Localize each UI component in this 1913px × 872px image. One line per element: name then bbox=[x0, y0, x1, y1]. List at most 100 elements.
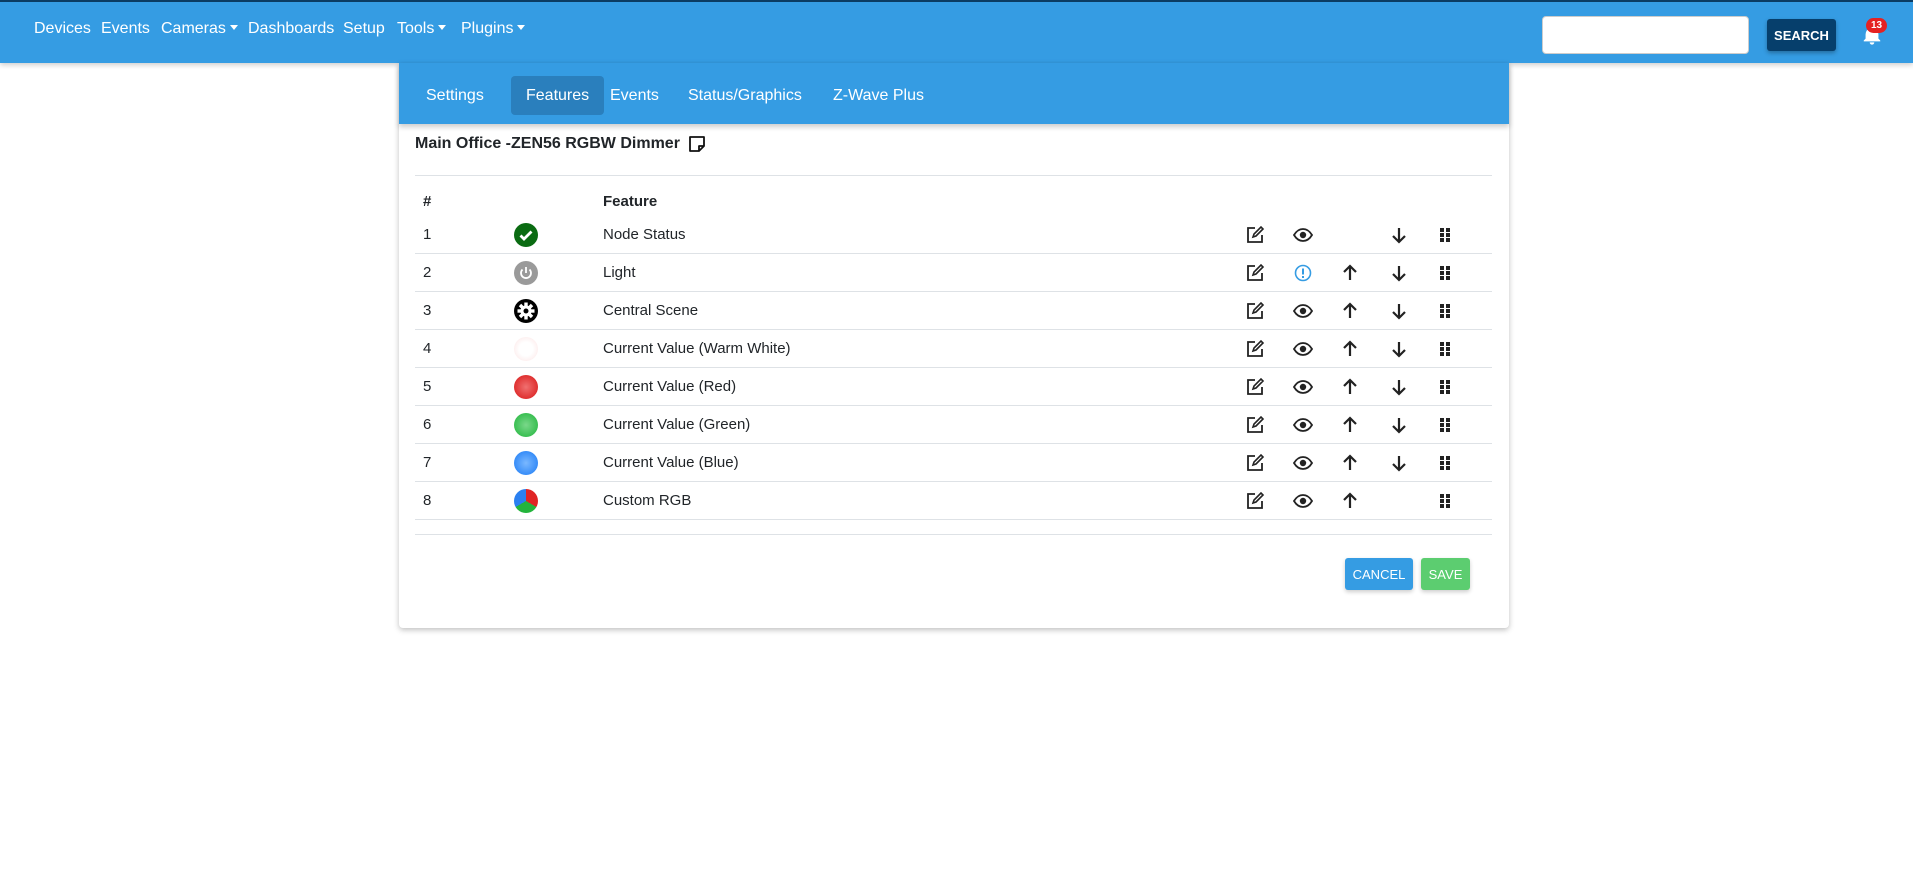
table-row: 1 Node Status bbox=[415, 216, 1492, 254]
eye-icon[interactable] bbox=[1293, 301, 1313, 321]
nav-item-events[interactable]: Events bbox=[101, 20, 150, 38]
tab-z-wave-plus[interactable]: Z-Wave Plus bbox=[818, 76, 939, 115]
eye-icon[interactable] bbox=[1293, 415, 1313, 435]
drag-handle-icon[interactable] bbox=[1435, 415, 1455, 435]
nav-item-setup[interactable]: Setup bbox=[343, 20, 385, 38]
arrow-up-icon[interactable] bbox=[1340, 301, 1360, 321]
row-number: 7 bbox=[423, 454, 432, 471]
green-dot-icon bbox=[514, 413, 538, 437]
table-row: 5 Current Value (Red) bbox=[415, 368, 1492, 406]
nav-label: Cameras bbox=[161, 20, 226, 37]
save-button[interactable]: SAVE bbox=[1421, 558, 1470, 590]
feature-name: Central Scene bbox=[603, 302, 699, 319]
top-navbar: Devices Events Cameras Dashboards Setup Tools… bbox=[0, 0, 1913, 63]
check-circle-icon bbox=[514, 223, 538, 247]
drag-handle-icon[interactable] bbox=[1435, 453, 1455, 473]
edit-icon[interactable] bbox=[1245, 453, 1265, 473]
red-dot-icon bbox=[514, 375, 538, 399]
search-button[interactable]: SEARCH bbox=[1767, 19, 1836, 51]
eye-icon[interactable] bbox=[1293, 453, 1313, 473]
search-input[interactable] bbox=[1542, 16, 1749, 54]
nav-item-devices[interactable]: Devices bbox=[34, 20, 91, 38]
arrow-down-icon[interactable] bbox=[1389, 377, 1409, 397]
table-row: 8 Custom RGB bbox=[415, 482, 1492, 520]
tab-status-graphics[interactable]: Status/Graphics bbox=[673, 76, 817, 115]
row-number: 2 bbox=[423, 264, 432, 281]
arrow-down-icon[interactable] bbox=[1389, 339, 1409, 359]
feature-name: Light bbox=[603, 264, 636, 281]
nav-label: Devices bbox=[34, 20, 91, 37]
arrow-up-icon[interactable] bbox=[1340, 415, 1360, 435]
arrow-up-icon[interactable] bbox=[1340, 491, 1360, 511]
power-icon bbox=[514, 261, 538, 285]
eye-icon[interactable] bbox=[1293, 339, 1313, 359]
tab-bar: Settings Features Events Status/Graphics Z-W… bbox=[399, 63, 1509, 124]
nav-label: Tools bbox=[397, 20, 435, 37]
edit-icon[interactable] bbox=[1245, 377, 1265, 397]
arrow-down-icon[interactable] bbox=[1389, 301, 1409, 321]
edit-icon[interactable] bbox=[1245, 225, 1265, 245]
rgb-dot-icon bbox=[514, 489, 538, 513]
nav-item-cameras[interactable]: Cameras bbox=[161, 20, 238, 38]
nav-label: Dashboards bbox=[248, 20, 335, 37]
nav-item-tools[interactable]: Tools bbox=[397, 20, 447, 38]
arrow-up-icon[interactable] bbox=[1340, 377, 1360, 397]
caret-down-icon bbox=[229, 25, 238, 30]
device-title: Main Office -ZEN56 RGBW Dimmer bbox=[415, 135, 706, 153]
device-card: Settings Features Events Status/Graphics Z-W… bbox=[399, 63, 1509, 628]
nav-item-plugins[interactable]: Plugins bbox=[461, 20, 526, 38]
feature-name: Node Status bbox=[603, 226, 686, 243]
feature-name: Current Value (Warm White) bbox=[603, 340, 791, 357]
feature-name: Current Value (Green) bbox=[603, 416, 751, 433]
edit-icon[interactable] bbox=[1245, 263, 1265, 283]
arrow-up-icon[interactable] bbox=[1340, 339, 1360, 359]
device-title-text: Main Office -ZEN56 RGBW Dimmer bbox=[415, 135, 680, 152]
gear-icon bbox=[514, 299, 538, 323]
note-icon[interactable] bbox=[688, 135, 706, 153]
blue-dot-icon bbox=[514, 451, 538, 475]
arrow-down-icon[interactable] bbox=[1389, 415, 1409, 435]
drag-handle-icon[interactable] bbox=[1435, 339, 1455, 359]
arrow-up-icon[interactable] bbox=[1340, 453, 1360, 473]
feature-name: Custom RGB bbox=[603, 492, 692, 509]
row-number: 5 bbox=[423, 378, 432, 395]
arrow-down-icon[interactable] bbox=[1389, 225, 1409, 245]
cancel-button[interactable]: CANCEL bbox=[1345, 558, 1413, 590]
drag-handle-icon[interactable] bbox=[1435, 491, 1455, 511]
arrow-down-icon[interactable] bbox=[1389, 263, 1409, 283]
divider bbox=[415, 534, 1492, 535]
nav-label: Plugins bbox=[461, 20, 514, 37]
header-feature: Feature bbox=[603, 193, 658, 210]
notification-badge: 13 bbox=[1866, 18, 1888, 33]
nav-item-dashboards[interactable]: Dashboards bbox=[248, 20, 334, 38]
eye-icon[interactable] bbox=[1293, 225, 1313, 245]
alert-circle-icon[interactable] bbox=[1293, 263, 1313, 283]
warm-white-dot-icon bbox=[514, 337, 538, 361]
table-row: 3 Central Scene bbox=[415, 292, 1492, 330]
table-row: 6 Current Value (Green) bbox=[415, 406, 1492, 444]
edit-icon[interactable] bbox=[1245, 415, 1265, 435]
edit-icon[interactable] bbox=[1245, 301, 1265, 321]
drag-handle-icon[interactable] bbox=[1435, 225, 1455, 245]
feature-name: Current Value (Red) bbox=[603, 378, 737, 395]
edit-icon[interactable] bbox=[1245, 491, 1265, 511]
caret-down-icon bbox=[438, 25, 447, 30]
tab-settings[interactable]: Settings bbox=[411, 76, 499, 115]
tab-features[interactable]: Features bbox=[511, 76, 605, 115]
edit-icon[interactable] bbox=[1245, 339, 1265, 359]
row-number: 4 bbox=[423, 340, 432, 357]
drag-handle-icon[interactable] bbox=[1435, 377, 1455, 397]
arrow-up-icon[interactable] bbox=[1340, 263, 1360, 283]
drag-handle-icon[interactable] bbox=[1435, 263, 1455, 283]
drag-handle-icon[interactable] bbox=[1435, 301, 1455, 321]
tab-events[interactable]: Events bbox=[595, 76, 674, 115]
nav-label: Setup bbox=[343, 20, 385, 37]
eye-icon[interactable] bbox=[1293, 491, 1313, 511]
arrow-down-icon[interactable] bbox=[1389, 453, 1409, 473]
nav-label: Events bbox=[101, 20, 150, 37]
caret-down-icon bbox=[517, 25, 526, 30]
row-number: 3 bbox=[423, 302, 432, 319]
eye-icon[interactable] bbox=[1293, 377, 1313, 397]
divider bbox=[415, 175, 1492, 176]
row-number: 1 bbox=[423, 226, 432, 243]
